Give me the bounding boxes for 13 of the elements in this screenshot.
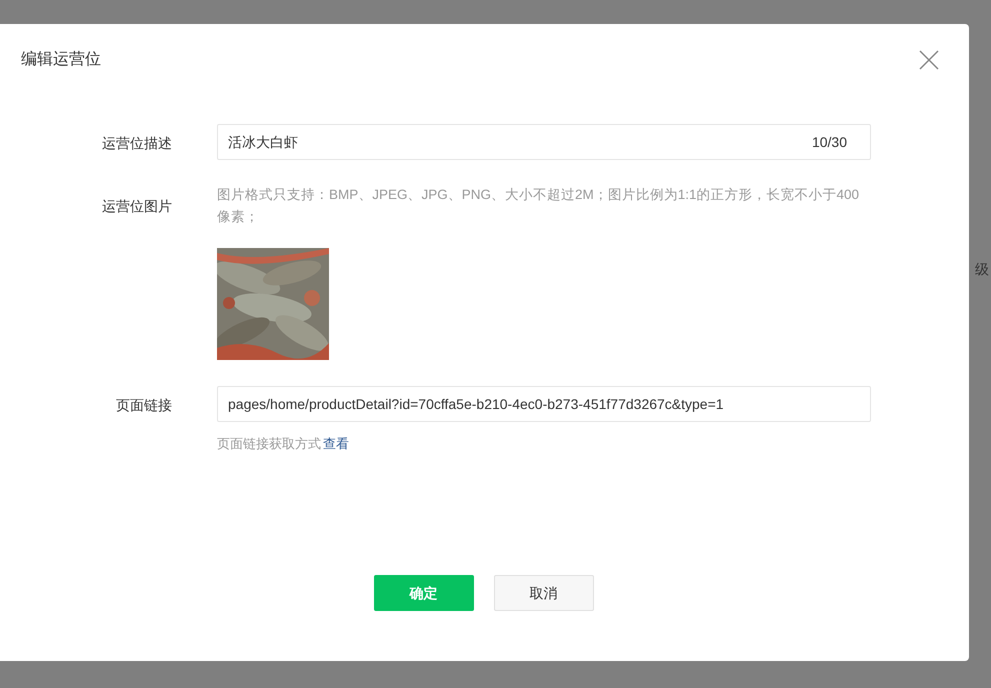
field-label: 页面链接 (116, 396, 172, 415)
close-icon[interactable] (919, 50, 939, 70)
background-text: 级 (974, 261, 989, 277)
char-counter: 10/30 (812, 132, 847, 152)
field-label: 运营位图片 (102, 197, 172, 216)
hint-text: 图片格式只支持：BMP、JPEG、JPG、PNG、大小不超过2M；图片比例为1:1的正方形，长宽不小于400像素； (217, 186, 860, 226)
link-field[interactable]: pages/home/productDetail?id=70cffa5e-b210-4ec0-b273-451f77d3267c&type=1 (217, 386, 871, 422)
help-text: 页面链接获取方式 (217, 435, 321, 453)
dialog-title: 编辑运营位 (21, 50, 101, 70)
view-link[interactable]: 查看 (323, 434, 349, 454)
cancel-button[interactable]: 取消 (494, 575, 594, 611)
field-label: 运营位描述 (102, 134, 172, 153)
text-field[interactable]: 活冰大白虾 10/30 (217, 124, 871, 160)
